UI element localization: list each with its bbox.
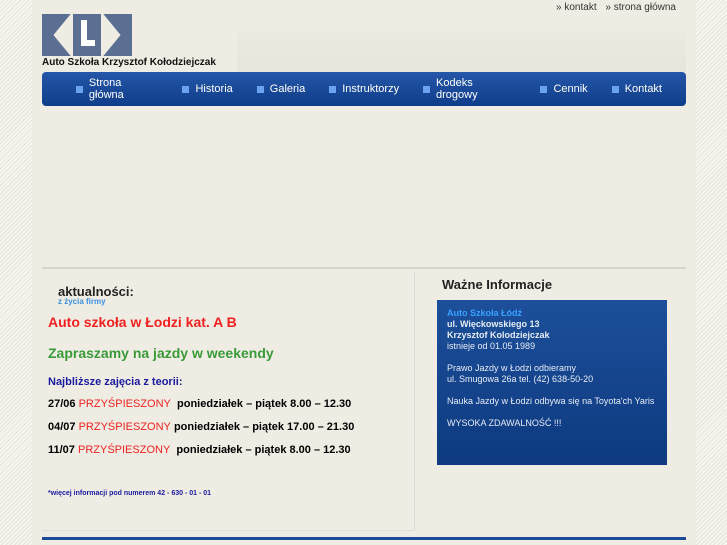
nav-historia[interactable]: Historia xyxy=(182,83,233,95)
logo-k-left xyxy=(42,14,71,56)
nav-cennik[interactable]: Cennik xyxy=(540,83,588,95)
info-address: ul. Więckowskiego 13 xyxy=(447,319,540,329)
bullet-icon xyxy=(423,85,431,93)
logo[interactable] xyxy=(42,14,133,56)
bullet-icon xyxy=(611,85,619,93)
class-row: 27/06 PRZYŚPIESZONY poniedziałek – piąte… xyxy=(48,398,351,410)
nav-instruktorzy[interactable]: Instruktorzy xyxy=(329,83,399,95)
brand-name: Auto Szkoła Krzysztof Kołodziejczak xyxy=(42,57,216,68)
news-headline: Auto szkoła w Łodzi kat. A B xyxy=(48,314,237,330)
class-time: poniedziałek – piątek 8.00 – 12.30 xyxy=(176,444,351,456)
link-kontakt[interactable]: » kontakt xyxy=(556,2,597,13)
logo-k-right xyxy=(103,14,133,56)
class-time: poniedziałek – piątek 8.00 – 12.30 xyxy=(177,398,352,410)
class-type: PRZYŚPIESZONY xyxy=(78,398,171,410)
bullet-icon xyxy=(329,85,337,93)
background-pattern xyxy=(0,0,32,545)
class-date: 11/07 xyxy=(48,444,75,456)
info-pass-rate: WYSOKA ZDAWALNOŚĆ !!! xyxy=(447,418,562,428)
nav-label: Kontakt xyxy=(624,83,662,95)
class-type: PRZYŚPIESZONY xyxy=(77,444,171,456)
news-title: aktualności: z życia firmy xyxy=(58,284,134,306)
info-since: istnieje od 01.05 1989 xyxy=(447,341,536,351)
bullet-icon xyxy=(182,85,190,93)
nav-label: Galeria xyxy=(269,83,306,95)
news-section: aktualności: z życia firmy Auto szkoła w … xyxy=(42,272,415,531)
top-links: » kontakt » strona główna xyxy=(550,2,676,13)
class-type: PRZYŚPIESZONY xyxy=(78,421,171,433)
nav-label: Strona główna xyxy=(88,77,124,101)
logo-l xyxy=(72,14,102,56)
info-title: Ważne Informacje xyxy=(442,277,553,292)
footer-bar xyxy=(42,537,686,540)
info-cars: Nauka Jazdy w Łodzi odbywa się na Toyota… xyxy=(447,396,655,406)
header-banner xyxy=(237,32,686,72)
nav-label: Historia xyxy=(195,83,233,95)
bullet-icon xyxy=(76,85,83,93)
nav-strona-glowna[interactable]: Strona główna xyxy=(76,77,158,101)
class-date: 27/06 xyxy=(48,398,76,410)
link-strona-glowna[interactable]: » strona główna xyxy=(605,2,676,13)
nav-label: Instruktorzy xyxy=(342,83,400,95)
nav-label: Cennik xyxy=(553,83,588,95)
page: » kontakt » strona główna Auto Szkoła Kr… xyxy=(32,0,696,545)
bullet-icon xyxy=(256,85,264,93)
background-pattern xyxy=(695,0,727,545)
nav-label: Kodeks drogowy xyxy=(436,77,478,101)
news-note: *więcej informacji pod numerem 42 - 630 … xyxy=(48,490,212,497)
info-pickup: Prawo Jazdy w Łodzi odbieramy xyxy=(447,363,577,373)
info-owner: Krzysztof Kolodziejczak xyxy=(447,330,550,340)
class-time: poniedziałek – piątek 17.00 – 21.30 xyxy=(173,421,355,433)
info-pickup-address: ul. Smugowa 26a tel. (42) 638-50-20 xyxy=(447,374,594,384)
bullet-icon xyxy=(540,85,548,93)
info-name: Auto Szkoła Łódź xyxy=(447,308,522,318)
divider xyxy=(42,267,686,269)
nav-kontakt[interactable]: Kontakt xyxy=(611,83,662,95)
class-row: 11/07 PRZYŚPIESZONY poniedziałek – piąte… xyxy=(48,444,351,456)
class-row: 04/07 PRZYŚPIESZONY poniedziałek – piąte… xyxy=(48,421,354,433)
news-weekend: Zapraszamy na jazdy w weekendy xyxy=(48,345,274,361)
main-nav: Strona główna Historia Galeria Instrukto… xyxy=(42,72,686,106)
info-box: Auto Szkoła Łódź ul. Więckowskiego 13 Krzy… xyxy=(437,300,667,465)
nav-galeria[interactable]: Galeria xyxy=(256,83,306,95)
nav-kodeks[interactable]: Kodeks drogowy xyxy=(423,77,516,101)
class-date: 04/07 xyxy=(48,421,76,433)
theory-title: Najbliższe zajęcia z teorii: xyxy=(48,376,183,388)
